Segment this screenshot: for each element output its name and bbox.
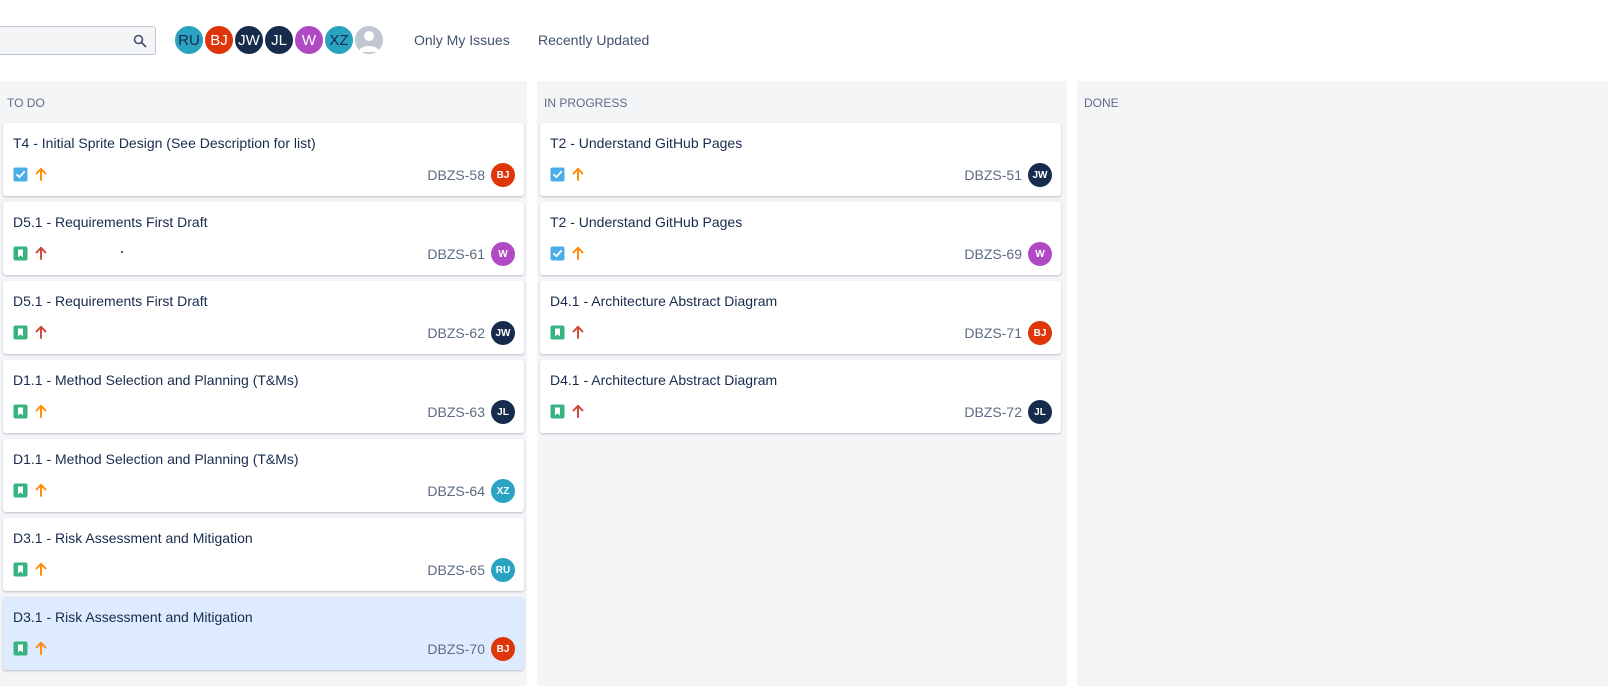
priority-medium-icon (35, 167, 47, 181)
issue-key[interactable]: DBZS-51 (964, 167, 1022, 183)
issue-card[interactable]: D3.1 - Risk Assessment and Mitigation DBZ… (3, 597, 524, 670)
column-title: DONE (1084, 96, 1119, 110)
stray-dot (121, 251, 123, 253)
issue-card[interactable]: D4.1 - Architecture Abstract Diagram DBZS… (540, 281, 1061, 354)
assignee-avatar[interactable]: BJ (491, 637, 515, 661)
priority-medium-icon (35, 483, 47, 497)
story-type-icon (13, 562, 28, 577)
assignee-avatar[interactable]: BJ (1028, 321, 1052, 345)
issue-key[interactable]: DBZS-72 (964, 404, 1022, 420)
priority-highest-icon (572, 404, 584, 418)
issue-card[interactable]: D5.1 - Requirements First Draft DBZS-62 JW (3, 281, 524, 354)
issue-card[interactable]: D5.1 - Requirements First Draft DBZS-61 W (3, 202, 524, 275)
assignee-avatar-filter: RU BJ JW JL W XZ (173, 24, 385, 56)
issue-summary: D1.1 - Method Selection and Planning (T&… (13, 451, 299, 467)
issue-card[interactable]: D1.1 - Method Selection and Planning (T&… (3, 439, 524, 512)
priority-highest-icon (35, 325, 47, 339)
avatar-filter-jw[interactable]: JW (233, 24, 265, 56)
issue-key[interactable]: DBZS-65 (427, 562, 485, 578)
assignee-avatar[interactable]: JL (491, 400, 515, 424)
column-title: TO DO (7, 96, 45, 110)
issue-summary: D5.1 - Requirements First Draft (13, 214, 208, 230)
issue-key[interactable]: DBZS-62 (427, 325, 485, 341)
issue-summary: D4.1 - Architecture Abstract Diagram (550, 293, 778, 309)
assignee-avatar[interactable]: RU (491, 558, 515, 582)
story-type-icon (13, 404, 28, 419)
only-my-issues-filter[interactable]: Only My Issues (414, 32, 510, 48)
task-type-icon (550, 246, 565, 261)
issue-key[interactable]: DBZS-64 (427, 483, 485, 499)
issue-card[interactable]: T4 - Initial Sprite Design (See Descript… (3, 123, 524, 196)
story-type-icon (13, 246, 28, 261)
avatar-filter-xz[interactable]: XZ (323, 24, 355, 56)
story-type-icon (13, 325, 28, 340)
assignee-avatar[interactable]: W (1028, 242, 1052, 266)
unassigned-avatar-icon[interactable] (353, 24, 385, 56)
search-input[interactable] (0, 26, 156, 55)
issue-summary: D5.1 - Requirements First Draft (13, 293, 208, 309)
assignee-avatar[interactable]: XZ (491, 479, 515, 503)
issue-summary: T2 - Understand GitHub Pages (550, 135, 743, 151)
priority-medium-icon (572, 246, 584, 260)
column-done: DONE (1077, 81, 1608, 686)
task-type-icon (550, 167, 565, 182)
issue-summary: T2 - Understand GitHub Pages (550, 214, 743, 230)
assignee-avatar[interactable]: JL (1028, 400, 1052, 424)
issue-key[interactable]: DBZS-61 (427, 246, 485, 262)
issue-summary: D1.1 - Method Selection and Planning (T&… (13, 372, 299, 388)
priority-medium-icon (572, 167, 584, 181)
issue-key[interactable]: DBZS-58 (427, 167, 485, 183)
issue-key[interactable]: DBZS-70 (427, 641, 485, 657)
priority-medium-icon (35, 562, 47, 576)
avatar-filter-bj[interactable]: BJ (203, 24, 235, 56)
issue-summary: D3.1 - Risk Assessment and Mitigation (13, 609, 253, 625)
avatar-filter-w[interactable]: W (293, 24, 325, 56)
story-type-icon (13, 641, 28, 656)
search-icon[interactable] (133, 34, 147, 48)
priority-medium-icon (35, 641, 47, 655)
issue-card[interactable]: D1.1 - Method Selection and Planning (T&… (3, 360, 524, 433)
issue-summary: D4.1 - Architecture Abstract Diagram (550, 372, 778, 388)
issue-card[interactable]: T2 - Understand GitHub Pages DBZS-51 JW (540, 123, 1061, 196)
story-type-icon (550, 325, 565, 340)
board-toolbar: RU BJ JW JL W XZ Only My Issues Recently… (0, 0, 1608, 80)
assignee-avatar[interactable]: JW (491, 321, 515, 345)
assignee-avatar[interactable]: BJ (491, 163, 515, 187)
issue-summary: T4 - Initial Sprite Design (See Descript… (13, 135, 316, 151)
column-todo: TO DO T4 - Initial Sprite Design (See De… (0, 81, 527, 686)
column-title: IN PROGRESS (544, 96, 628, 110)
priority-highest-icon (572, 325, 584, 339)
issue-card[interactable]: T2 - Understand GitHub Pages DBZS-69 W (540, 202, 1061, 275)
issue-card[interactable]: D3.1 - Risk Assessment and Mitigation DBZ… (3, 518, 524, 591)
issue-key[interactable]: DBZS-69 (964, 246, 1022, 262)
issue-summary: D3.1 - Risk Assessment and Mitigation (13, 530, 253, 546)
issue-card[interactable]: D4.1 - Architecture Abstract Diagram DBZS… (540, 360, 1061, 433)
avatar-filter-jl[interactable]: JL (263, 24, 295, 56)
issue-key[interactable]: DBZS-71 (964, 325, 1022, 341)
assignee-avatar[interactable]: W (491, 242, 515, 266)
column-in-progress: IN PROGRESS T2 - Understand GitHub Pages… (537, 81, 1067, 686)
priority-medium-icon (35, 404, 47, 418)
recently-updated-filter[interactable]: Recently Updated (538, 32, 649, 48)
assignee-avatar[interactable]: JW (1028, 163, 1052, 187)
avatar-filter-ru[interactable]: RU (173, 24, 205, 56)
priority-highest-icon (35, 246, 47, 260)
story-type-icon (550, 404, 565, 419)
task-type-icon (13, 167, 28, 182)
story-type-icon (13, 483, 28, 498)
issue-key[interactable]: DBZS-63 (427, 404, 485, 420)
